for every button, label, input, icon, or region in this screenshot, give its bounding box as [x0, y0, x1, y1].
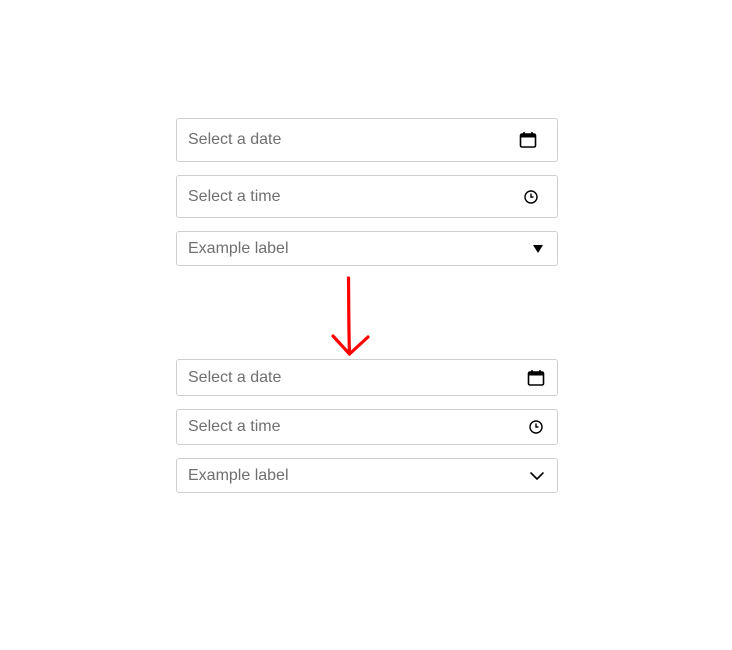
select-label: Example label [188, 466, 289, 484]
clock-icon[interactable] [523, 189, 539, 205]
date-placeholder: Select a date [188, 131, 282, 148]
after-time-input[interactable]: Select a time [176, 409, 558, 445]
after-date-input[interactable]: Select a date [176, 359, 558, 396]
chevron-down-icon[interactable] [529, 469, 545, 483]
clock-icon[interactable] [528, 419, 544, 435]
before-time-input[interactable]: Select a time [176, 175, 558, 218]
select-label: Example label [188, 239, 289, 257]
after-select[interactable]: Example label [176, 458, 558, 493]
calendar-icon[interactable] [527, 369, 545, 387]
red-down-arrow-icon [331, 276, 370, 356]
time-placeholder: Select a time [188, 418, 281, 435]
before-select[interactable]: Example label [176, 231, 558, 266]
calendar-icon[interactable] [519, 131, 537, 149]
time-placeholder: Select a time [188, 187, 281, 205]
date-placeholder: Select a date [188, 368, 282, 386]
triangle-down-icon[interactable] [531, 242, 545, 256]
before-date-input[interactable]: Select a date [176, 118, 558, 162]
